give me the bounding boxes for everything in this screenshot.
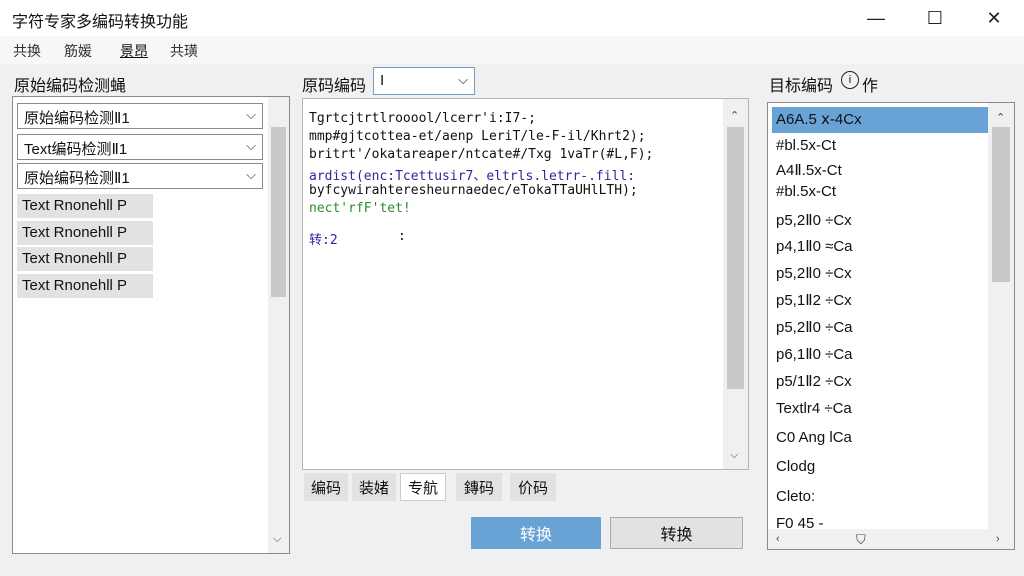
list-item[interactable]: #bl.5x-Ct xyxy=(772,180,988,206)
chevron-down-icon: ⌵ xyxy=(246,138,256,153)
combo-value: I xyxy=(380,72,385,89)
title-bar: 字符专家多编码转换功能 — ☐ ✕ xyxy=(0,0,1024,36)
status-right: : xyxy=(398,229,406,244)
list-item[interactable]: p6,1Ⅱ0 ÷Ca xyxy=(772,342,988,368)
scroll-down-icon[interactable]: ⌵ xyxy=(273,533,281,546)
scrollbar-thumb[interactable] xyxy=(271,127,286,297)
combo-value: Text编码检测Ⅱ1 xyxy=(24,141,128,158)
editor-scrollbar[interactable]: ⌃ ⌵ xyxy=(723,99,748,469)
code-line: britrt'/okatareaper/ntcate#/Txg 1vaTr(#L… xyxy=(309,147,654,162)
convert-button-secondary[interactable]: 转换 xyxy=(610,517,743,549)
target-encoding-list: A6A.5 ⅹ-4Cx #bl.5x-Ct A4Ⅱ.5x-Ct #bl.5x-C… xyxy=(767,102,1015,550)
list-item[interactable]: Clodg xyxy=(772,455,988,481)
left-scrollbar[interactable]: ⌵ xyxy=(268,97,289,553)
menu-item-3[interactable]: 景昂 xyxy=(120,41,148,61)
list-item[interactable]: A6A.5 ⅹ-4Cx xyxy=(772,107,988,133)
shield-icon: ⛉ xyxy=(856,532,866,547)
code-line: mmp#gjtcottea-et/aenp LeriT/le-F-il/Khrt… xyxy=(309,129,646,144)
minimize-button[interactable]: — xyxy=(846,0,906,36)
scroll-down-icon[interactable]: ⌵ xyxy=(730,449,738,462)
target-encoding-label: 目标编码 xyxy=(769,78,834,95)
list-item[interactable]: p5/1Ⅱ2 ÷Cx xyxy=(772,369,988,395)
list-item[interactable]: p5,2Ⅱ0 ÷Cx xyxy=(772,208,988,234)
code-line: ardist(enc:Tcettusir7、eltrls.letrr-.fill… xyxy=(309,169,636,184)
encoding-combo-2[interactable]: Text编码检测Ⅱ1 ⌵ xyxy=(17,134,263,160)
target-extra-label: 作 xyxy=(862,78,879,95)
chevron-down-icon: ⌵ xyxy=(246,107,256,122)
encoding-chip[interactable]: Text Rnonehll P xyxy=(17,274,153,298)
convert-button[interactable]: 转换 xyxy=(471,517,601,549)
source-encoding-label: 原码编码 xyxy=(302,78,367,95)
combo-value: 原始编码检测Ⅱ1 xyxy=(24,110,130,127)
menu-item-2[interactable]: 筋媛 xyxy=(64,41,92,61)
list-item[interactable]: #bl.5x-Ct xyxy=(772,134,988,160)
tab-encode[interactable]: 编码 xyxy=(304,473,348,501)
scrollbar-thumb[interactable] xyxy=(727,127,744,389)
list-item[interactable]: p5,2Ⅱ0 ÷Ca xyxy=(772,315,988,341)
minimize-icon: — xyxy=(867,7,885,28)
encoding-chip[interactable]: Text Rnonehll P xyxy=(17,194,153,218)
tab-convert[interactable]: 装媎 xyxy=(352,473,396,501)
target-hscrollbar[interactable]: ‹ ⛉ › xyxy=(768,529,1014,549)
chevron-down-icon: ⌵ xyxy=(458,72,468,87)
target-scrollbar[interactable]: ⌃ xyxy=(988,103,1014,529)
encoding-combo-1[interactable]: 原始编码检测Ⅱ1 ⌵ xyxy=(17,103,263,129)
scroll-right-icon[interactable]: › xyxy=(996,533,1000,545)
window-title: 字符专家多编码转换功能 xyxy=(12,14,189,31)
menu-item-4[interactable]: 共璜 xyxy=(170,41,198,61)
list-item[interactable]: Textlr4 ÷Ca xyxy=(772,397,988,423)
tab-price-code[interactable]: 价码 xyxy=(510,473,556,501)
scrollbar-thumb[interactable] xyxy=(992,127,1010,282)
code-line: byfcywirahteresheurnaedec/eTokaTTaUHlLTH… xyxy=(309,183,638,198)
close-icon: ✕ xyxy=(986,7,1002,28)
close-button[interactable]: ✕ xyxy=(964,0,1024,36)
maximize-button[interactable]: ☐ xyxy=(905,0,965,36)
list-item[interactable]: C0 Ang lCa xyxy=(772,426,988,452)
list-item[interactable]: p5,1Ⅱ2 ÷Cx xyxy=(772,288,988,314)
encoding-combo-3[interactable]: 原始编码检测Ⅱ1 ⌵ xyxy=(17,163,263,189)
list-item[interactable]: p5,2Ⅱ0 ÷Cx xyxy=(772,261,988,287)
code-editor[interactable]: Tgrtcjtrtlrooool/lcerr'i:I7-; mmp#gjtcot… xyxy=(302,98,749,470)
tab-special[interactable]: 专航 xyxy=(400,473,446,501)
source-detect-panel: 原始编码检测Ⅱ1 ⌵ Text编码检测Ⅱ1 ⌵ 原始编码检测Ⅱ1 ⌵ Text … xyxy=(12,96,290,554)
source-detect-label: 原始编码检测蝇 xyxy=(14,78,127,95)
chevron-down-icon: ⌵ xyxy=(246,167,256,182)
combo-value: 原始编码检测Ⅱ1 xyxy=(24,170,130,187)
encoding-chip[interactable]: Text Rnonehll P xyxy=(17,247,153,271)
maximize-icon: ☐ xyxy=(926,7,944,28)
code-line: Tgrtcjtrtlrooool/lcerr'i:I7-; xyxy=(309,111,536,126)
source-encoding-combo[interactable]: I ⌵ xyxy=(373,67,475,95)
encoding-chip[interactable]: Text Rnonehll P xyxy=(17,221,153,245)
info-icon[interactable]: i xyxy=(841,71,859,89)
menu-bar: 共换 筋媛 景昂 共璜 xyxy=(0,36,1024,64)
status-left: 转:2 xyxy=(309,233,338,248)
tab-code[interactable]: 鏄码 xyxy=(456,473,502,501)
menu-item-1[interactable]: 共换 xyxy=(13,41,41,61)
scroll-up-icon[interactable]: ⌃ xyxy=(730,109,739,122)
code-line: nect'rfF'tet! xyxy=(309,201,411,216)
list-item[interactable]: Cleto: xyxy=(772,485,988,511)
scroll-left-icon[interactable]: ‹ xyxy=(776,533,780,545)
list-item[interactable]: p4,1Ⅱ0 ≈Ca xyxy=(772,234,988,260)
scroll-up-icon[interactable]: ⌃ xyxy=(996,111,1005,124)
